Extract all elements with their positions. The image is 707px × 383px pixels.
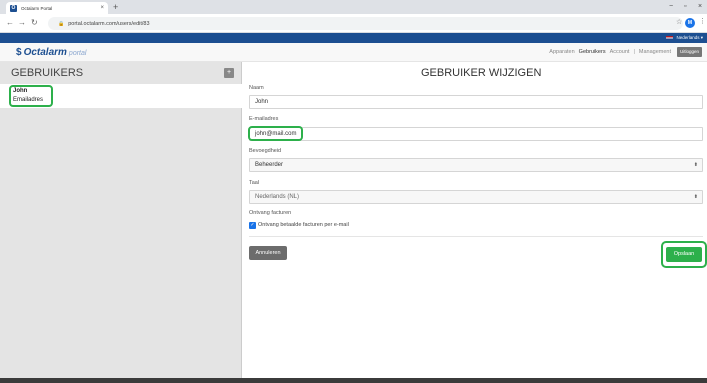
language-bar: Nederlands ▾	[0, 33, 707, 43]
invoices-checkbox[interactable]: ✓	[249, 222, 256, 229]
email-highlight-box	[248, 126, 303, 141]
minimize-icon[interactable]: −	[669, 2, 673, 11]
url-text: portal.octalarm.com/users/edit/83	[68, 20, 150, 27]
new-tab-icon[interactable]: +	[113, 2, 118, 12]
octalarm-favicon-icon: O	[10, 4, 17, 12]
chevron-updown-icon: ⬍	[693, 162, 698, 168]
back-icon[interactable]: ←	[6, 18, 14, 28]
nav-gebruikers[interactable]: Gebruikers	[579, 49, 606, 55]
language-label: Taal	[249, 180, 260, 186]
users-sidebar: GEBRUIKERS + John Emailadres	[0, 62, 242, 378]
save-button[interactable]: Opslaan	[666, 247, 702, 262]
name-field[interactable]: John	[249, 95, 703, 109]
permission-select[interactable]: Beheerder ⬍	[249, 158, 703, 172]
bookmark-star-icon[interactable]: ☆	[676, 18, 682, 26]
dutch-flag-icon	[666, 36, 674, 40]
reload-icon[interactable]: ↻	[31, 18, 38, 28]
permission-value: Beheerder	[255, 162, 284, 168]
profile-avatar[interactable]: M	[685, 18, 695, 28]
sidebar-title: GEBRUIKERS	[11, 67, 84, 79]
email-field[interactable]: john@mail.com	[249, 127, 703, 141]
url-field[interactable]: 🔒 portal.octalarm.com/users/edit/83	[48, 17, 683, 30]
logout-button[interactable]: Uitloggen	[676, 47, 702, 57]
octalarm-logo-icon: $	[16, 47, 22, 58]
close-tab-icon[interactable]: ×	[100, 5, 104, 11]
forward-icon[interactable]: →	[18, 18, 26, 28]
language-select[interactable]: Nederlands (NL) ⬍	[249, 190, 703, 204]
add-user-button[interactable]: +	[224, 68, 234, 78]
browser-menu-icon[interactable]: ⋮	[699, 17, 706, 25]
nav-apparaten[interactable]: Apparaten	[549, 49, 574, 55]
user-highlight-box	[9, 85, 53, 107]
nav-separator: |	[633, 49, 635, 55]
email-label: E-mailadres	[249, 116, 279, 122]
browser-tab[interactable]: O Octalarm Portal ×	[6, 2, 108, 14]
lock-icon: 🔒	[58, 20, 65, 27]
chevron-updown-icon: ⬍	[693, 194, 698, 200]
logo-subtitle: portal	[68, 50, 87, 57]
main-nav: Apparaten Gebruikers Account | Managemen…	[545, 49, 671, 55]
browser-tab-title: Octalarm Portal	[21, 5, 53, 11]
logo-text: Octalarm	[23, 47, 67, 58]
footer	[0, 378, 707, 383]
invoices-checkbox-label: Ontvang betaalde facturen per e-mail	[258, 222, 349, 228]
nav-account[interactable]: Account	[610, 49, 630, 55]
name-label: Naam	[249, 85, 264, 91]
browser-address-bar: ← → ↻ 🔒 portal.octalarm.com/users/edit/8…	[0, 14, 707, 33]
maximize-icon[interactable]: ▫	[684, 2, 686, 11]
language-selector[interactable]: Nederlands ▾	[676, 35, 703, 41]
page-title: GEBRUIKER WIJZIGEN	[421, 67, 542, 79]
nav-management[interactable]: Management	[639, 49, 671, 55]
window-close-icon[interactable]: ×	[698, 2, 702, 11]
invoices-label: Ontvang facturen	[249, 210, 292, 216]
language-value: Nederlands (NL)	[255, 194, 300, 200]
form-divider	[249, 236, 703, 237]
app-header: $ Octalarm portal Apparaten Gebruikers A…	[0, 43, 707, 62]
browser-tabbar: O Octalarm Portal × + − ▫ ×	[0, 0, 707, 14]
octalarm-logo[interactable]: $ Octalarm portal	[16, 47, 86, 58]
permission-label: Bevoegdheid	[249, 148, 282, 154]
cancel-button[interactable]: Annuleren	[249, 246, 287, 260]
